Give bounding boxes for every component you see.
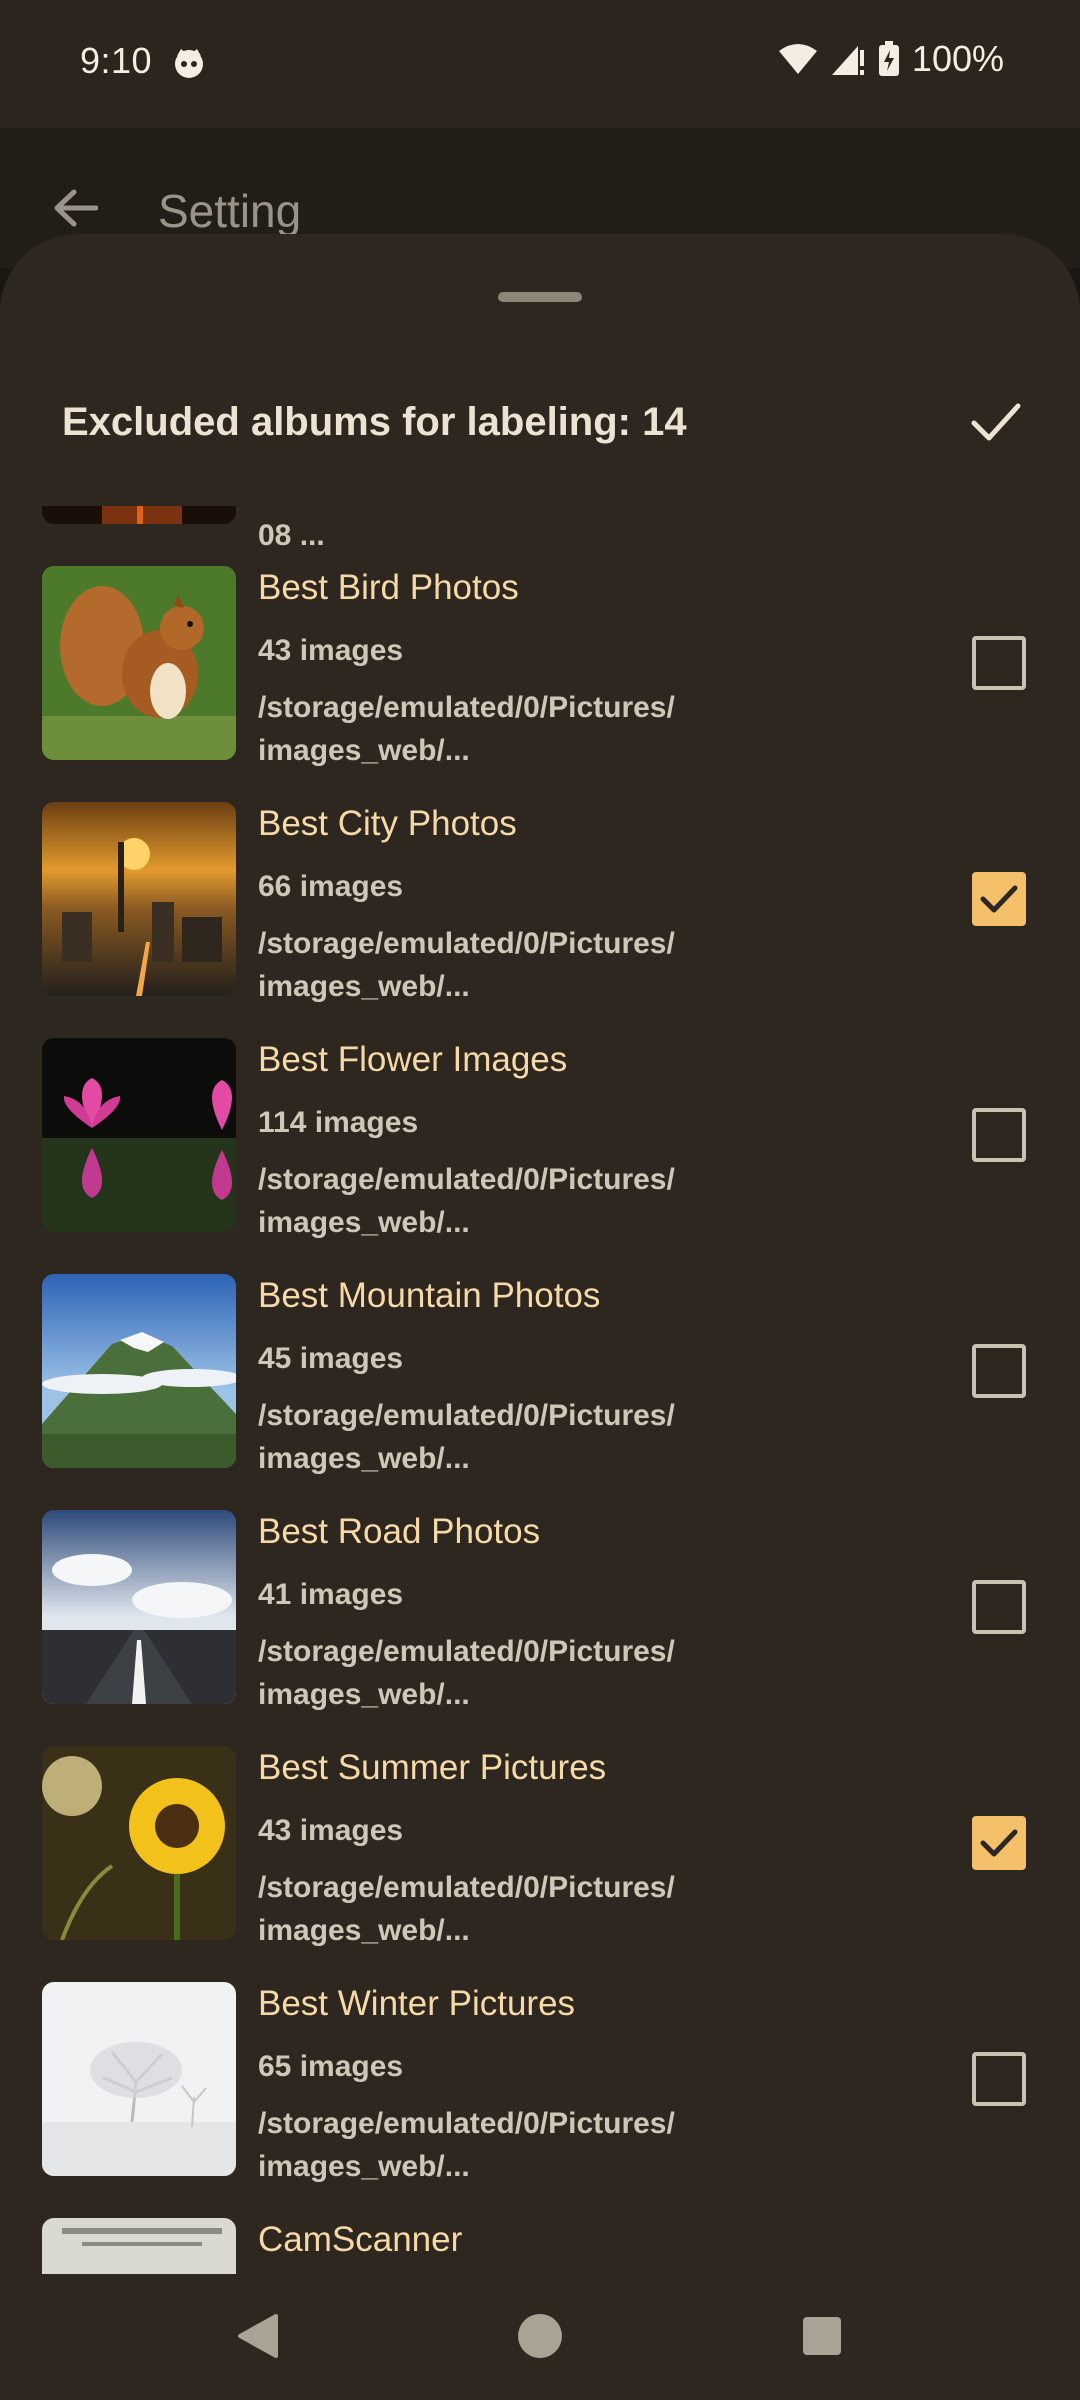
fire-thumbnail [42, 506, 236, 524]
nav-recents-button[interactable] [792, 2306, 852, 2366]
album-thumbnail [42, 1746, 236, 1940]
album-row[interactable]: Best Winter Pictures 65 images/storage/em… [0, 1982, 1080, 2218]
album-name: Best Road Photos [258, 1512, 541, 1551]
exclude-checkbox[interactable] [972, 1816, 1026, 1870]
album-row[interactable]: Best City Photos 66 images/storage/emulat… [0, 802, 1080, 1038]
album-thumbnail [42, 1274, 236, 1468]
exclude-checkbox[interactable] [972, 1580, 1026, 1634]
list-item-partial-top[interactable]: 08 ... [0, 506, 1080, 566]
battery-charging-icon [878, 41, 899, 76]
album-path: /storage/emulated/0/Pictures/ images_web… [258, 927, 675, 1003]
album-name: Best Mountain Photos [258, 1276, 601, 1315]
excluded-albums-sheet: Excluded albums for labeling: 14 08 ... … [0, 234, 1080, 2274]
exclude-checkbox[interactable] [972, 872, 1026, 926]
squirrel-thumbnail [42, 566, 236, 760]
album-row-partial-bottom[interactable]: CamScanner [0, 2218, 1080, 2274]
album-image-count: 65 images [258, 2050, 404, 2083]
album-image-count: 41 images [258, 1578, 404, 1611]
exclude-checkbox[interactable] [972, 636, 1026, 690]
album-name: Best Flower Images [258, 1040, 568, 1079]
nav-home-button[interactable] [510, 2306, 570, 2366]
city-sunset-thumbnail [42, 802, 236, 996]
status-indicators: 100% [778, 38, 1004, 80]
album-row[interactable]: Best Bird Photos 43 images/storage/emulat… [0, 566, 1080, 802]
document-thumbnail [42, 2218, 236, 2274]
album-image-count: 43 images [258, 1814, 404, 1847]
nav-home-icon [518, 2314, 562, 2358]
album-row[interactable]: Best Road Photos 41 images/storage/emulat… [0, 1510, 1080, 1746]
battery-percent: 100% [911, 38, 1004, 79]
album-name: Best Bird Photos [258, 568, 519, 607]
nav-back-button[interactable] [228, 2306, 288, 2366]
checkmark-icon [980, 1829, 1018, 1857]
album-path: /storage/emulated/0/Pictures/ images_web… [258, 2107, 675, 2183]
exclude-checkbox[interactable] [972, 1344, 1026, 1398]
check-icon [971, 403, 1021, 441]
status-bar: 9:10 100% [0, 0, 1080, 128]
confirm-button[interactable] [968, 394, 1024, 450]
road-thumbnail [42, 1510, 236, 1704]
app-notification-icon [175, 49, 203, 78]
album-image-count: 66 images [258, 870, 404, 903]
exclude-checkbox[interactable] [972, 1108, 1026, 1162]
album-path: /storage/emulated/0/Pictures/ images_web… [258, 1635, 675, 1711]
album-path: /storage/emulated/0/Pictures/ images_web… [258, 1163, 675, 1239]
album-image-count: 45 images [258, 1342, 404, 1375]
album-path: /storage/emulated/0/Pictures/ images_web… [258, 1871, 675, 1947]
wifi-icon [778, 44, 817, 74]
sunflower-thumbnail [42, 1746, 236, 1940]
lotus-thumbnail [42, 1038, 236, 1232]
album-row[interactable]: Best Flower Images 114 images/storage/emu… [0, 1038, 1080, 1274]
album-path: /storage/emulated/0/Pictures/ images_web… [258, 1399, 675, 1475]
nav-recents-icon [803, 2317, 841, 2355]
album-image-count: 43 images [258, 634, 404, 667]
snow-tree-thumbnail [42, 1982, 236, 2176]
status-time: 9:10 [80, 40, 153, 81]
cell-signal-icon [831, 46, 864, 75]
album-thumbnail [42, 566, 236, 760]
album-thumbnail [42, 1510, 236, 1704]
navigation-bar [0, 2274, 1080, 2400]
nav-back-icon [238, 2314, 278, 2358]
album-name: Best Winter Pictures [258, 1984, 576, 2023]
drag-handle[interactable] [498, 292, 582, 302]
album-path: /storage/emulated/0/Pictures/ images_web… [258, 691, 675, 767]
album-row[interactable]: Best Summer Pictures 43 images/storage/em… [0, 1746, 1080, 1982]
back-arrow-icon[interactable] [52, 188, 98, 228]
album-thumbnail [42, 1982, 236, 2176]
mountain-thumbnail [42, 1274, 236, 1468]
settings-title: Setting [158, 185, 302, 237]
album-thumbnail [42, 506, 236, 524]
exclude-checkbox[interactable] [972, 2052, 1026, 2106]
album-image-count: 114 images [258, 1106, 419, 1139]
album-row[interactable]: Best Mountain Photos 45 images/storage/em… [0, 1274, 1080, 1510]
album-list[interactable]: 08 ... Best Bird Photos 43 images/storage… [0, 506, 1080, 2274]
checkmark-icon [980, 885, 1018, 913]
album-name: Best City Photos [258, 804, 517, 843]
album-thumbnail [42, 1038, 236, 1232]
album-thumbnail [42, 802, 236, 996]
album-name: Best Summer Pictures [258, 1748, 607, 1787]
album-name: CamScanner [258, 2220, 463, 2259]
sheet-title: Excluded albums for labeling: 14 [62, 400, 687, 444]
album-thumbnail [42, 2218, 236, 2274]
album-path: 08 ... [258, 519, 325, 552]
